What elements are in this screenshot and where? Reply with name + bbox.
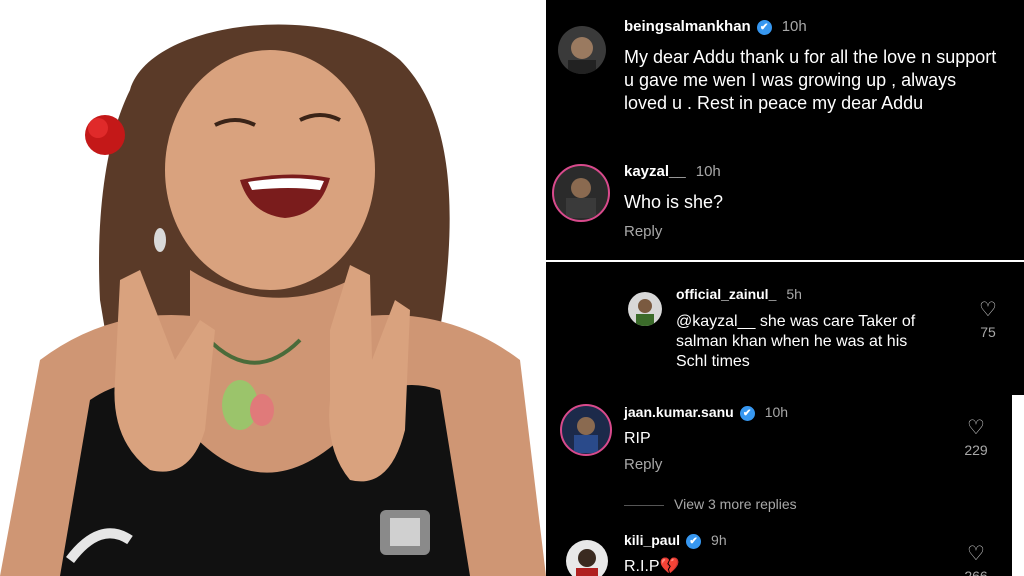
comment-header-4: jaan.kumar.sanu ✔ 10h xyxy=(624,404,788,421)
woman-laughing-photo xyxy=(0,0,546,576)
news-photo xyxy=(0,0,546,576)
comment-time: 10h xyxy=(764,404,789,420)
comment-time: 10h xyxy=(695,163,721,180)
comment-header-3: official_zainul_ 5h xyxy=(676,286,802,302)
comment-text: Who is she? xyxy=(624,192,724,212)
comment-block-3: official_zainul_ 5h @kayzal__ she was car… xyxy=(546,262,1012,394)
username-jaan-kumar-sanu[interactable]: jaan.kumar.sanu xyxy=(624,404,734,420)
comment-block-2: kayzal__ 10h Who is she? Reply xyxy=(546,150,1012,260)
comment-time: 10h xyxy=(781,18,807,35)
verified-badge-icon: ✔ xyxy=(739,405,755,421)
avatar-official-zainul[interactable] xyxy=(628,292,662,326)
comment-time: 9h xyxy=(711,532,727,548)
divider-line xyxy=(624,504,664,506)
comment-header-1: beingsalmankhan ✔ 10h xyxy=(624,18,807,35)
like-control: ♡ 75 xyxy=(968,300,1008,340)
comment-text: My dear Addu thank u for all the love n … xyxy=(624,47,997,113)
comment-text: @kayzal__ she was care Taker of salman k… xyxy=(676,313,916,370)
like-count: 266 xyxy=(964,568,988,576)
comment-text: RIP xyxy=(624,430,651,447)
profile-picture-icon xyxy=(636,299,654,326)
reply-button[interactable]: Reply xyxy=(624,223,662,240)
username-beingsalmankhan[interactable]: beingsalmankhan xyxy=(624,18,751,35)
heart-icon[interactable]: ♡ xyxy=(956,418,996,438)
avatar-jaan-kumar-sanu[interactable] xyxy=(560,404,612,456)
username-kayzal[interactable]: kayzal__ xyxy=(624,163,686,180)
comments-panel: beingsalmankhan ✔ 10h My dear Addu thank u… xyxy=(546,0,1024,576)
like-control: ♡ 266 xyxy=(956,544,996,576)
collage-divider xyxy=(546,260,1024,262)
comment-time: 5h xyxy=(786,286,802,302)
profile-picture-icon xyxy=(566,178,596,218)
collage-divider xyxy=(1012,395,1024,576)
heart-icon[interactable]: ♡ xyxy=(968,300,1008,320)
profile-picture-icon xyxy=(576,549,598,576)
like-count: 229 xyxy=(964,442,988,458)
avatar-beingsalmankhan[interactable] xyxy=(558,26,606,74)
avatar-kayzal[interactable] xyxy=(552,164,610,222)
comment-header-2: kayzal__ 10h xyxy=(624,163,721,180)
username-official-zainul[interactable]: official_zainul_ xyxy=(676,286,776,302)
username-kili-paul[interactable]: kili_paul xyxy=(624,532,680,548)
avatar-kili-paul[interactable] xyxy=(566,540,608,576)
comment-header-5: kili_paul ✔ 9h xyxy=(624,532,727,549)
verified-badge-icon: ✔ xyxy=(686,533,702,549)
profile-picture-icon xyxy=(574,417,598,453)
like-count: 75 xyxy=(980,324,996,340)
comment-block-5: kili_paul ✔ 9h R.I.P💔 ♡ 266 xyxy=(546,526,1012,576)
view-more-replies-label: View 3 more replies xyxy=(674,496,797,512)
heart-icon[interactable]: ♡ xyxy=(956,544,996,564)
verified-badge-icon: ✔ xyxy=(756,19,772,35)
comment-text: R.I.P💔 xyxy=(624,558,680,575)
like-control: ♡ 229 xyxy=(956,418,996,458)
reply-button[interactable]: Reply xyxy=(624,456,662,473)
profile-picture-icon xyxy=(568,37,596,74)
view-more-replies[interactable]: View 3 more replies xyxy=(624,496,797,512)
comment-block-4: jaan.kumar.sanu ✔ 10h RIP Reply ♡ 229 View… xyxy=(546,396,1012,526)
